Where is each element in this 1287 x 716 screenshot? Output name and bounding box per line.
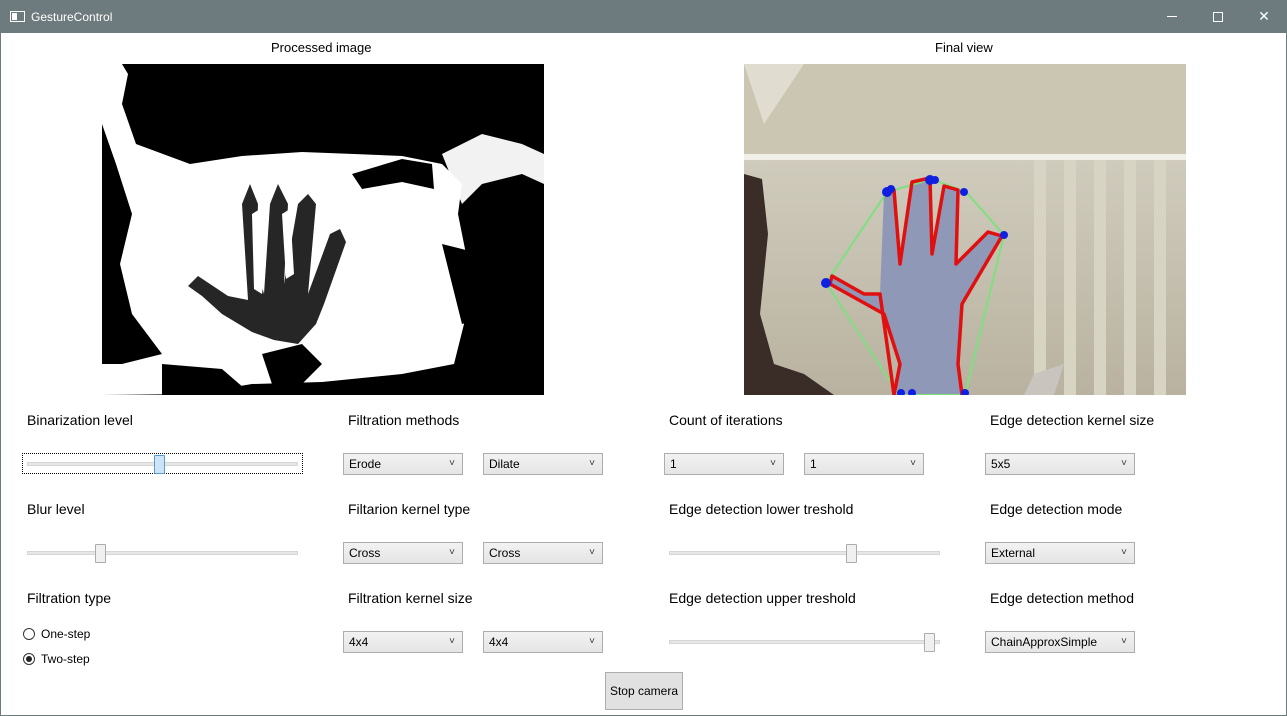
window-title: GestureControl <box>31 10 113 24</box>
iterations-2-value: 1 <box>810 457 817 471</box>
edge-kernel-size-label: Edge detection kernel size <box>990 412 1155 428</box>
title-bar[interactable]: GestureControl ✕ <box>0 0 1287 33</box>
iterations-1-select[interactable]: 1 ˅ <box>664 453 784 475</box>
kernel-size-1-value: 4x4 <box>349 635 369 649</box>
binarization-label: Binarization level <box>27 412 133 428</box>
chevron-down-icon: ˅ <box>589 547 595 558</box>
processed-image-caption: Processed image <box>271 40 372 55</box>
radio-one-step-circle[interactable] <box>23 628 35 640</box>
edge-upper-threshold-label: Edge detection upper treshold <box>669 590 856 606</box>
filtration-method-1-select[interactable]: Erode ˅ <box>343 453 463 475</box>
filtration-type-label: Filtration type <box>27 590 112 606</box>
kernel-size-2-value: 4x4 <box>489 635 509 649</box>
edge-method-select[interactable]: ChainApproxSimple ˅ <box>985 631 1135 653</box>
kernel-type-2-select[interactable]: Cross ˅ <box>483 542 603 564</box>
chevron-down-icon: ˅ <box>770 458 776 469</box>
kernel-size-2-select[interactable]: 4x4 ˅ <box>483 631 603 653</box>
chevron-down-icon: ˅ <box>589 636 595 647</box>
filtration-kernel-type-label: Filtarion kernel type <box>348 501 471 517</box>
count-of-iterations-label: Count of iterations <box>669 412 783 428</box>
filtration-kernel-size-label: Filtration kernel size <box>348 590 473 606</box>
kernel-size-1-select[interactable]: 4x4 ˅ <box>343 631 463 653</box>
edge-upper-slider-track[interactable] <box>669 640 940 644</box>
iterations-1-value: 1 <box>670 457 677 471</box>
edge-mode-label: Edge detection mode <box>990 501 1123 517</box>
chevron-down-icon: ˅ <box>449 547 455 558</box>
filtration-method-2-select[interactable]: Dilate ˅ <box>483 453 603 475</box>
blur-slider-track[interactable] <box>27 551 298 555</box>
radio-two-step[interactable]: Two-step <box>23 652 90 666</box>
edge-lower-slider-track[interactable] <box>669 551 940 555</box>
blur-label: Blur level <box>27 501 85 517</box>
edge-lower-threshold-label: Edge detection lower treshold <box>669 501 854 517</box>
chevron-down-icon: ˅ <box>910 458 916 469</box>
radio-two-step-circle[interactable] <box>23 653 35 665</box>
processed-image <box>102 64 544 395</box>
kernel-type-1-select[interactable]: Cross ˅ <box>343 542 463 564</box>
kernel-type-2-value: Cross <box>489 546 521 560</box>
edge-kernel-size-value: 5x5 <box>991 457 1011 471</box>
edge-method-value: ChainApproxSimple <box>991 635 1098 649</box>
kernel-type-1-value: Cross <box>349 546 381 560</box>
maximize-icon <box>1213 11 1223 22</box>
edge-mode-select[interactable]: External ˅ <box>985 542 1135 564</box>
close-button[interactable]: ✕ <box>1241 0 1287 33</box>
iterations-2-select[interactable]: 1 ˅ <box>804 453 924 475</box>
chevron-down-icon: ˅ <box>1121 458 1127 469</box>
radio-two-step-label: Two-step <box>41 652 90 666</box>
app-window-icon <box>10 11 25 22</box>
filtration-methods-label: Filtration methods <box>348 412 460 428</box>
chevron-down-icon: ˅ <box>1121 547 1127 558</box>
edge-upper-slider-thumb[interactable] <box>924 633 935 652</box>
minimize-icon <box>1167 16 1177 17</box>
close-icon: ✕ <box>1258 8 1270 24</box>
final-view-caption: Final view <box>935 40 993 55</box>
maximize-button[interactable] <box>1195 0 1241 33</box>
chevron-down-icon: ˅ <box>449 458 455 469</box>
edge-method-label: Edge detection method <box>990 590 1134 606</box>
filtration-method-1-value: Erode <box>349 457 382 471</box>
edge-mode-value: External <box>991 546 1036 560</box>
radio-one-step[interactable]: One-step <box>23 627 90 641</box>
stop-camera-button[interactable]: Stop camera <box>605 672 683 710</box>
chevron-down-icon: ˅ <box>1121 636 1127 647</box>
edge-lower-slider-thumb[interactable] <box>846 544 857 563</box>
final-view-image <box>744 64 1186 395</box>
edge-kernel-size-select[interactable]: 5x5 ˅ <box>985 453 1135 475</box>
minimize-button[interactable] <box>1149 0 1195 33</box>
chevron-down-icon: ˅ <box>589 458 595 469</box>
chevron-down-icon: ˅ <box>449 636 455 647</box>
filtration-method-2-value: Dilate <box>489 457 520 471</box>
blur-slider-thumb[interactable] <box>95 544 106 563</box>
binarization-slider-thumb[interactable] <box>154 455 165 474</box>
radio-one-step-label: One-step <box>41 627 91 641</box>
